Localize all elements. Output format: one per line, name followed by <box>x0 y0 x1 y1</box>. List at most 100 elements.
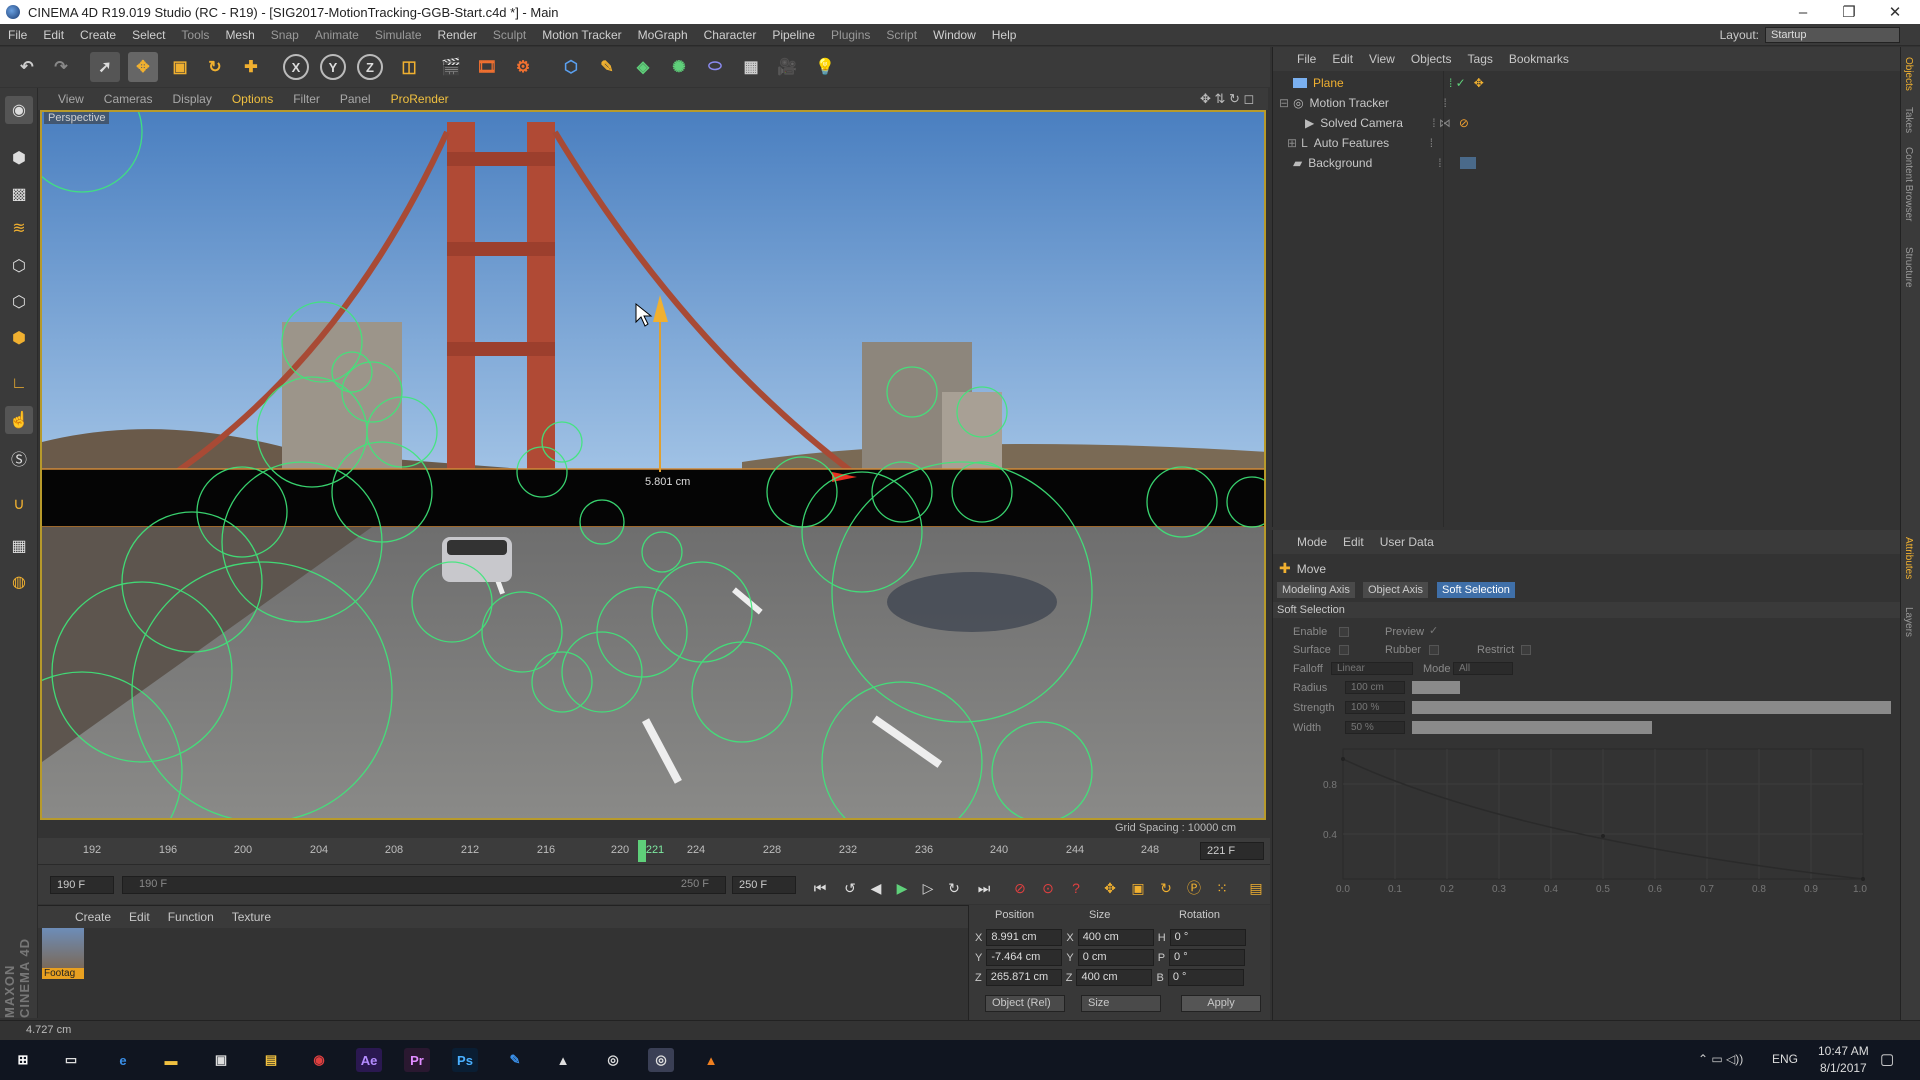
photoshop-icon[interactable]: Ps <box>452 1048 478 1072</box>
subdivision-icon[interactable]: ◈ <box>628 52 658 82</box>
deformer-icon[interactable]: ⬭ <box>700 52 730 82</box>
rotation-h-field[interactable]: 0 ° <box>1169 929 1246 946</box>
material-menu-create[interactable]: Create <box>66 910 120 924</box>
timeline-window-icon[interactable]: ▤ <box>1244 876 1268 900</box>
viewport-menu-filter[interactable]: Filter <box>283 92 330 106</box>
timeline-ruler[interactable]: 192 196 200 204 208 212 216 220 221 224 … <box>38 838 1270 864</box>
menu-simulate[interactable]: Simulate <box>367 28 430 42</box>
restore-button[interactable]: ❐ <box>1826 0 1872 24</box>
render-view-icon[interactable]: 🎬 <box>436 52 466 82</box>
dock-tab-attributes[interactable]: Attributes <box>1903 537 1914 579</box>
scale-icon[interactable]: ▣ <box>165 52 195 82</box>
current-frame-field[interactable]: 221 F <box>1200 842 1264 860</box>
make-editable-icon[interactable]: ◉ <box>5 96 33 124</box>
enable-checkbox[interactable] <box>1339 627 1349 637</box>
undo-icon[interactable]: ↶ <box>12 52 42 82</box>
clock-time[interactable]: 10:47 AM <box>1818 1044 1869 1058</box>
premiere-icon[interactable]: Pr <box>404 1048 430 1072</box>
position-z-field[interactable]: 265.871 cm <box>985 969 1062 986</box>
light-icon[interactable]: 💡 <box>810 52 840 82</box>
dock-tab-layers[interactable]: Layers <box>1903 607 1914 637</box>
axis-mode-icon[interactable]: ∟ <box>5 370 33 398</box>
camera-icon[interactable]: 🎥 <box>772 52 802 82</box>
render-settings-icon[interactable]: ⚙ <box>508 52 538 82</box>
viewport-nav-icon[interactable]: ✥ ⇅ ↻ ◻ <box>1200 91 1254 107</box>
menu-character[interactable]: Character <box>696 28 765 42</box>
strength-field[interactable]: 100 % <box>1345 701 1405 714</box>
om-menu-view[interactable]: View <box>1361 52 1403 66</box>
tray-icons[interactable]: ⌃ ▭ ◁)) <box>1698 1052 1743 1066</box>
radius-slider[interactable] <box>1412 681 1460 694</box>
visibility-toggle-icon[interactable]: ⁞ <box>1430 136 1433 150</box>
size-x-field[interactable]: 400 cm <box>1077 929 1154 946</box>
file-explorer-icon[interactable]: ▬ <box>158 1048 184 1072</box>
menu-animate[interactable]: Animate <box>307 28 367 42</box>
width-field[interactable]: 50 % <box>1345 721 1405 734</box>
workplane-mode-icon[interactable]: ≋ <box>5 214 33 242</box>
store-icon[interactable]: ▣ <box>208 1048 234 1072</box>
rubber-checkbox[interactable] <box>1429 645 1439 655</box>
cloner-icon[interactable]: ✺ <box>664 52 694 82</box>
menu-file[interactable]: File <box>0 28 35 42</box>
attr-menu-user-data[interactable]: User Data <box>1372 535 1442 549</box>
go-to-start-icon[interactable]: ⏮ <box>808 876 832 900</box>
end-frame-field[interactable]: 250 F <box>732 876 796 894</box>
expand-icon[interactable]: ⊟ <box>1279 96 1289 110</box>
object-row-motion-tracker[interactable]: ⊟ ◎ Motion Tracker ⁞ <box>1273 93 1901 113</box>
edges-mode-icon[interactable]: ⬡ <box>5 288 33 316</box>
record-icon[interactable]: ⊘ <box>1008 876 1032 900</box>
move-icon[interactable]: ✥ <box>128 52 158 82</box>
after-effects-icon[interactable]: Ae <box>356 1048 382 1072</box>
preview-checkbox[interactable]: ✓ <box>1429 624 1438 637</box>
expand-icon[interactable]: ⊞ <box>1287 136 1297 150</box>
om-menu-edit[interactable]: Edit <box>1324 52 1361 66</box>
material-menu-function[interactable]: Function <box>159 910 223 924</box>
play-icon[interactable]: ▶ <box>890 876 914 900</box>
add-icon[interactable]: ✚ <box>236 52 266 82</box>
key-position-icon[interactable]: ✥ <box>1098 876 1122 900</box>
key-rotation-icon[interactable]: ↻ <box>1154 876 1178 900</box>
previous-frame-icon[interactable]: ◀ <box>864 876 888 900</box>
previous-key-icon[interactable]: ↺ <box>838 876 862 900</box>
menu-select[interactable]: Select <box>124 28 173 42</box>
x-axis-icon[interactable]: X <box>283 54 309 80</box>
menu-sculpt[interactable]: Sculpt <box>485 28 534 42</box>
om-menu-tags[interactable]: Tags <box>1460 52 1501 66</box>
om-menu-objects[interactable]: Objects <box>1403 52 1460 66</box>
material-tag-icon[interactable] <box>1459 157 1476 169</box>
object-row-auto-features[interactable]: ⊞ L Auto Features ⁞ <box>1273 133 1901 153</box>
cinema4d-app-icon[interactable]: ◎ <box>600 1048 626 1072</box>
object-row-plane[interactable]: Plane ⁞ ✓ ✥ <box>1273 73 1901 93</box>
y-axis-icon[interactable]: Y <box>320 54 346 80</box>
viewport-menu-cameras[interactable]: Cameras <box>94 92 163 106</box>
points-mode-icon[interactable]: ⬡ <box>5 252 33 280</box>
visibility-toggle-icon[interactable]: ⁞ ⋈ <box>1432 116 1451 130</box>
object-row-background[interactable]: ▰ Background ⁞ <box>1273 153 1901 173</box>
dock-tab-objects[interactable]: Objects <box>1903 57 1914 91</box>
falloff-dropdown[interactable]: Linear <box>1331 662 1413 675</box>
menu-snap[interactable]: Snap <box>263 28 307 42</box>
start-frame-field[interactable]: 190 F <box>50 876 114 894</box>
planar-workplane-icon[interactable]: ◍ <box>5 568 33 596</box>
redo-icon[interactable]: ↷ <box>46 52 76 82</box>
viewport[interactable]: 5.801 cm <box>40 110 1266 820</box>
menu-create[interactable]: Create <box>72 28 124 42</box>
close-button[interactable]: ✕ <box>1872 0 1918 24</box>
size-z-field[interactable]: 400 cm <box>1076 969 1153 986</box>
menu-tools[interactable]: Tools <box>173 28 217 42</box>
attr-menu-edit[interactable]: Edit <box>1335 535 1372 549</box>
plane-tag-icon[interactable]: ✥ <box>1474 76 1484 90</box>
language-indicator[interactable]: ENG <box>1772 1052 1798 1066</box>
playhead[interactable] <box>638 840 646 862</box>
visibility-toggle-icon[interactable]: ⁞ <box>1444 96 1447 110</box>
layout-dropdown[interactable]: Startup <box>1765 26 1900 43</box>
tab-soft-selection[interactable]: Soft Selection <box>1437 582 1515 598</box>
go-to-end-icon[interactable]: ⏭ <box>972 876 996 900</box>
vlc-icon[interactable]: ▲ <box>698 1048 724 1072</box>
locked-workplane-icon[interactable]: ▦ <box>5 532 33 560</box>
floor-icon[interactable]: ▦ <box>736 52 766 82</box>
menu-mesh[interactable]: Mesh <box>217 28 262 42</box>
om-menu-file[interactable]: File <box>1289 52 1324 66</box>
tweak-mode-icon[interactable]: ☝ <box>5 406 33 434</box>
auto-key-icon[interactable]: ⊙ <box>1036 876 1060 900</box>
